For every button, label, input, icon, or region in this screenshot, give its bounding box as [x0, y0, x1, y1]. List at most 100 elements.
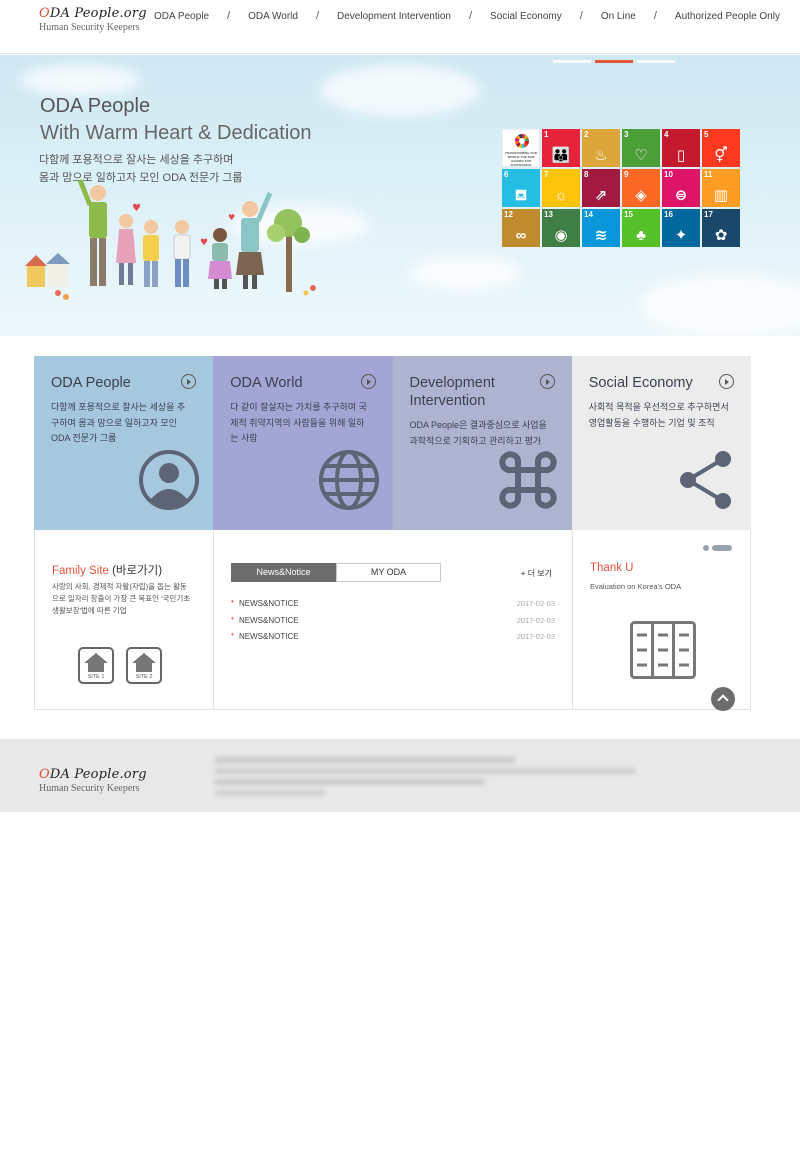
bullet-icon: • [231, 630, 234, 639]
tab-news-notice[interactable]: News&Notice [231, 563, 336, 582]
card-oda-people[interactable]: ODA People 다함께 포용적으로 잘사는 세상을 추구하며 몸과 맘으로 … [34, 356, 214, 530]
tab-my-oda[interactable]: MY ODA [336, 563, 441, 582]
share-icon [676, 449, 738, 516]
svg-text:♥: ♥ [200, 238, 208, 248]
sdg-tile-5: 5 ⚥ [702, 129, 740, 167]
list-item[interactable]: • NEWS&NOTICE 2017-02-03 [231, 630, 555, 647]
sdg-glyph-icon: ☼ [554, 187, 568, 204]
sdg-glyph-icon: ✿ [714, 227, 728, 244]
logo-subtitle: Human Security Keepers [39, 22, 140, 33]
news-title: NEWS&NOTICE [239, 615, 299, 625]
card-description: 다 같이 잘살자는 가치를 추구하며 국제적 취약지역의 사람들을 위해 일하는… [230, 402, 367, 443]
info-row: Family Site (바로가기) 사랑의 사회, 경제적 자활(자립)을 돕… [34, 530, 751, 711]
slide-bar-1[interactable] [553, 60, 591, 63]
sdg-glyph-icon: ♡ [634, 147, 648, 164]
thanks-title: Thank U [590, 562, 634, 574]
site-logo[interactable]: ODA People.org Human Security Keepers [39, 6, 147, 33]
person-icon [138, 449, 200, 516]
card-title: Social Economy [588, 375, 693, 391]
sdg-goals-grid: TRANSFORMING OUR WORLD: THE 2030 AGENDA … [502, 129, 740, 247]
site-1-button[interactable]: SITE 1 [78, 647, 114, 684]
news-title: NEWS&NOTICE [239, 599, 299, 608]
sdg-glyph-icon: ⊜ [674, 187, 688, 204]
nav-separator: / [315, 10, 320, 22]
sdg-glyph-icon: ⚥ [714, 147, 728, 164]
nav-separator: / [227, 10, 231, 22]
cabinet-icon [630, 621, 696, 679]
news-tabs: News&Notice MY ODA [231, 563, 441, 582]
sdg-glyph-icon: ▯ [676, 147, 686, 164]
people-illustration: ♥ ♥ ♥ [25, 179, 316, 300]
sdg-number: 2 [584, 130, 589, 139]
card-description: ODA People은 결과중심으로 사업을 과학적으로 기획하고 관리하고 평… [409, 420, 547, 446]
command-icon [497, 449, 559, 516]
sdg-number: 15 [624, 210, 633, 219]
category-cards: ODA People 다함께 포용적으로 잘사는 세상을 추구하며 몸과 맘으로 … [34, 356, 751, 530]
nav-item-social-economy[interactable]: Social Economy [478, 11, 574, 22]
site-footer: ODA People.org Human Security Keepers [0, 739, 800, 812]
card-development-intervention[interactable]: Development Intervention ODA People은 결과중심… [392, 356, 572, 530]
site-2-button[interactable]: SITE 2 [126, 647, 162, 684]
list-item[interactable]: • NEWS&NOTICE 2017-02-03 [231, 597, 555, 614]
sdg-tile-13: 13 ◉ [542, 209, 580, 247]
sdg-number: 5 [704, 130, 709, 139]
family-site-description: 사랑의 사회, 경제적 자활(자립)을 돕는 활동으로 일자리 창출이 가장 큰… [52, 582, 191, 615]
pager-dot-active[interactable] [712, 545, 732, 551]
arrow-right-icon[interactable] [719, 374, 734, 389]
slide-bar-2[interactable] [595, 60, 633, 63]
sdg-tile-4: 4 ▯ [662, 129, 700, 167]
news-date: 2017-02-03 [516, 632, 555, 641]
sdg-number: 6 [504, 170, 509, 179]
logo-title: ODA People.org [39, 6, 147, 21]
sdg-number: 8 [584, 170, 589, 179]
pager-dot[interactable] [703, 545, 709, 551]
sdg-tile-16: 16 ✦ [662, 209, 700, 247]
card-oda-world[interactable]: ODA World 다 같이 잘살자는 가치를 추구하며 국제적 취약지역의 사람… [213, 356, 393, 530]
sdg-logo: TRANSFORMING OUR WORLD: THE 2030 AGENDA … [502, 129, 540, 167]
sdg-tile-3: 3 ♡ [622, 129, 660, 167]
sdg-number: 7 [544, 170, 549, 179]
home-icon [84, 653, 108, 672]
list-item[interactable]: • NEWS&NOTICE 2017-02-03 [231, 614, 555, 631]
nav-item-authorized-people-only[interactable]: Authorized People Only [663, 11, 792, 22]
sdg-tile-6: 6 ⛾ [502, 169, 540, 207]
sdg-tile-2: 2 ♨ [582, 129, 620, 167]
family-site-panel: Family Site (바로가기) 사랑의 사회, 경제적 자활(자립)을 돕… [35, 530, 214, 709]
nav-separator: / [653, 10, 657, 22]
footer-blurred-info [215, 757, 635, 796]
slide-indicator [553, 60, 675, 63]
sdg-number: 14 [584, 210, 593, 219]
nav-item-development-intervention[interactable]: Development Intervention [325, 11, 463, 22]
sdg-tile-1: 1 👪 [542, 129, 580, 167]
sdg-glyph-icon: ♣ [636, 227, 646, 244]
arrow-right-icon[interactable] [181, 374, 197, 389]
sdg-glyph-icon: ⇗ [594, 187, 608, 204]
sdg-number: 13 [544, 210, 553, 219]
footer-logo[interactable]: ODA People.org Human Security Keepers [39, 767, 147, 794]
sdg-tile-9: 9 ◈ [622, 169, 660, 207]
news-panel: News&Notice MY ODA + 더 보기 • NEWS&NOTICE 20… [214, 530, 573, 709]
sdg-tile-8: 8 ⇗ [582, 169, 620, 207]
nav-item-oda-world[interactable]: ODA World [236, 11, 310, 22]
site-header: ODA People.org Human Security Keepers OD… [0, 0, 800, 54]
arrow-right-icon[interactable] [360, 374, 376, 389]
more-link[interactable]: + 더 보기 [521, 568, 552, 579]
nav-item-oda-people[interactable]: ODA People [142, 11, 221, 22]
sdg-number: 11 [704, 170, 713, 179]
sdg-glyph-icon: ◉ [554, 227, 568, 244]
sdg-glyph-icon: ◈ [635, 187, 647, 204]
thanks-subtitle: Evaluation on Korea's ODA [590, 582, 682, 591]
bullet-icon: • [231, 597, 234, 606]
sdg-tile-17: 17 ✿ [702, 209, 740, 247]
card-description: 다함께 포용적으로 잘사는 세상을 추구하며 몸과 맘으로 일하고자 모인 OD… [51, 402, 186, 443]
thank-u-panel: Thank U Evaluation on Korea's ODA [573, 530, 751, 711]
slide-bar-3[interactable] [637, 60, 675, 63]
nav-separator: / [579, 10, 583, 22]
hero-title: ODA People [40, 95, 151, 117]
hero-banner: ODA People With Warm Heart & Dedication … [0, 55, 800, 336]
scroll-top-button[interactable] [711, 687, 735, 711]
card-title: ODA World [230, 375, 303, 391]
card-social-economy[interactable]: Social Economy 사회적 목적을 우선적으로 추구하면서 영업활동을 … [571, 356, 751, 530]
arrow-right-icon[interactable] [539, 374, 555, 389]
nav-item-on-line[interactable]: On Line [589, 11, 648, 22]
